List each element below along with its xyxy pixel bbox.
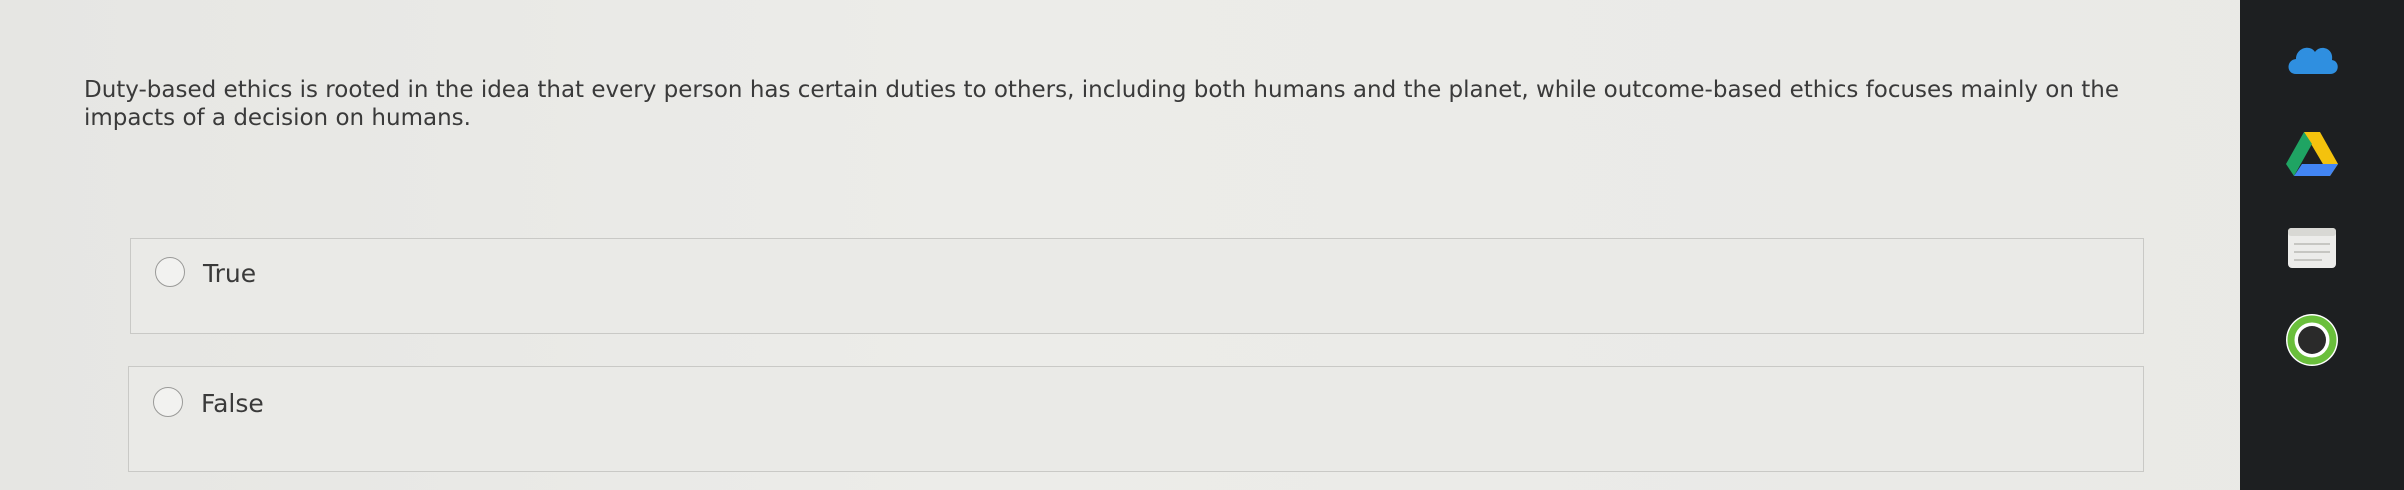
- radio-true[interactable]: [155, 257, 185, 287]
- option-true[interactable]: True: [130, 238, 2144, 334]
- account-circle-icon[interactable]: [2282, 310, 2342, 370]
- quiz-page: Duty-based ethics is rooted in the idea …: [0, 0, 2404, 490]
- cloud-icon[interactable]: [2282, 30, 2342, 90]
- option-label-true: True: [203, 259, 257, 288]
- question-text: Duty-based ethics is rooted in the idea …: [84, 77, 2119, 131]
- radio-false[interactable]: [153, 387, 183, 417]
- notes-icon[interactable]: [2282, 218, 2342, 278]
- option-false[interactable]: False: [128, 366, 2144, 472]
- app-dock: [2240, 0, 2404, 490]
- drive-icon[interactable]: [2282, 124, 2342, 184]
- option-label-false: False: [201, 389, 264, 418]
